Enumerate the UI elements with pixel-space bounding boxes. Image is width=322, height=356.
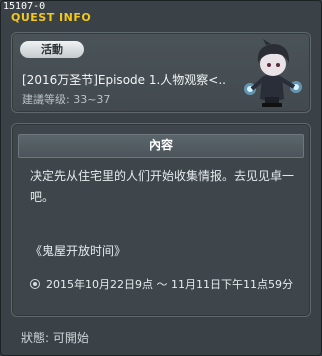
quest-info-window: 15107-0 QUEST INFO 活動 [2016万圣节]Episode 1…: [0, 0, 322, 356]
quest-description: 决定先从住宅里的人们开始收集情报。去见见卓一吧。: [30, 169, 295, 204]
npc-eye-right: [276, 63, 280, 67]
quest-title: [2016万圣节]Episode 1.人物观察<..: [22, 73, 226, 87]
quest-summary-panel: 活動 [2016万圣节]Episode 1.人物观察<.. 建議等级: 33~3…: [11, 32, 311, 113]
npc-eye-left: [267, 63, 271, 67]
npc-portrait-icon: [244, 39, 302, 107]
npc-feet: [262, 103, 282, 107]
category-badge: 活動: [20, 41, 84, 58]
npc-hair-tuft: [263, 39, 271, 45]
clock-icon: [30, 279, 40, 289]
quest-status: 狀態: 可開始: [21, 331, 89, 345]
quest-detail-panel: 內容 决定先从住宅里的人们开始收集情报。去见见卓一吧。 《鬼屋开放时间》 201…: [11, 123, 311, 317]
event-time-text: 2015年10月22日9点 ～ 11月11日下午11点59分: [46, 278, 293, 291]
quest-link-text[interactable]: 《鬼屋开放时间》: [30, 242, 126, 259]
content-header: 內容: [18, 134, 304, 158]
event-time-line: 2015年10月22日9点 ～ 11月11日下午11点59分: [30, 276, 312, 292]
npc-body: [260, 74, 284, 101]
window-title: QUEST INFO: [11, 11, 92, 24]
recommended-level: 建議等级: 33~37: [22, 93, 111, 106]
